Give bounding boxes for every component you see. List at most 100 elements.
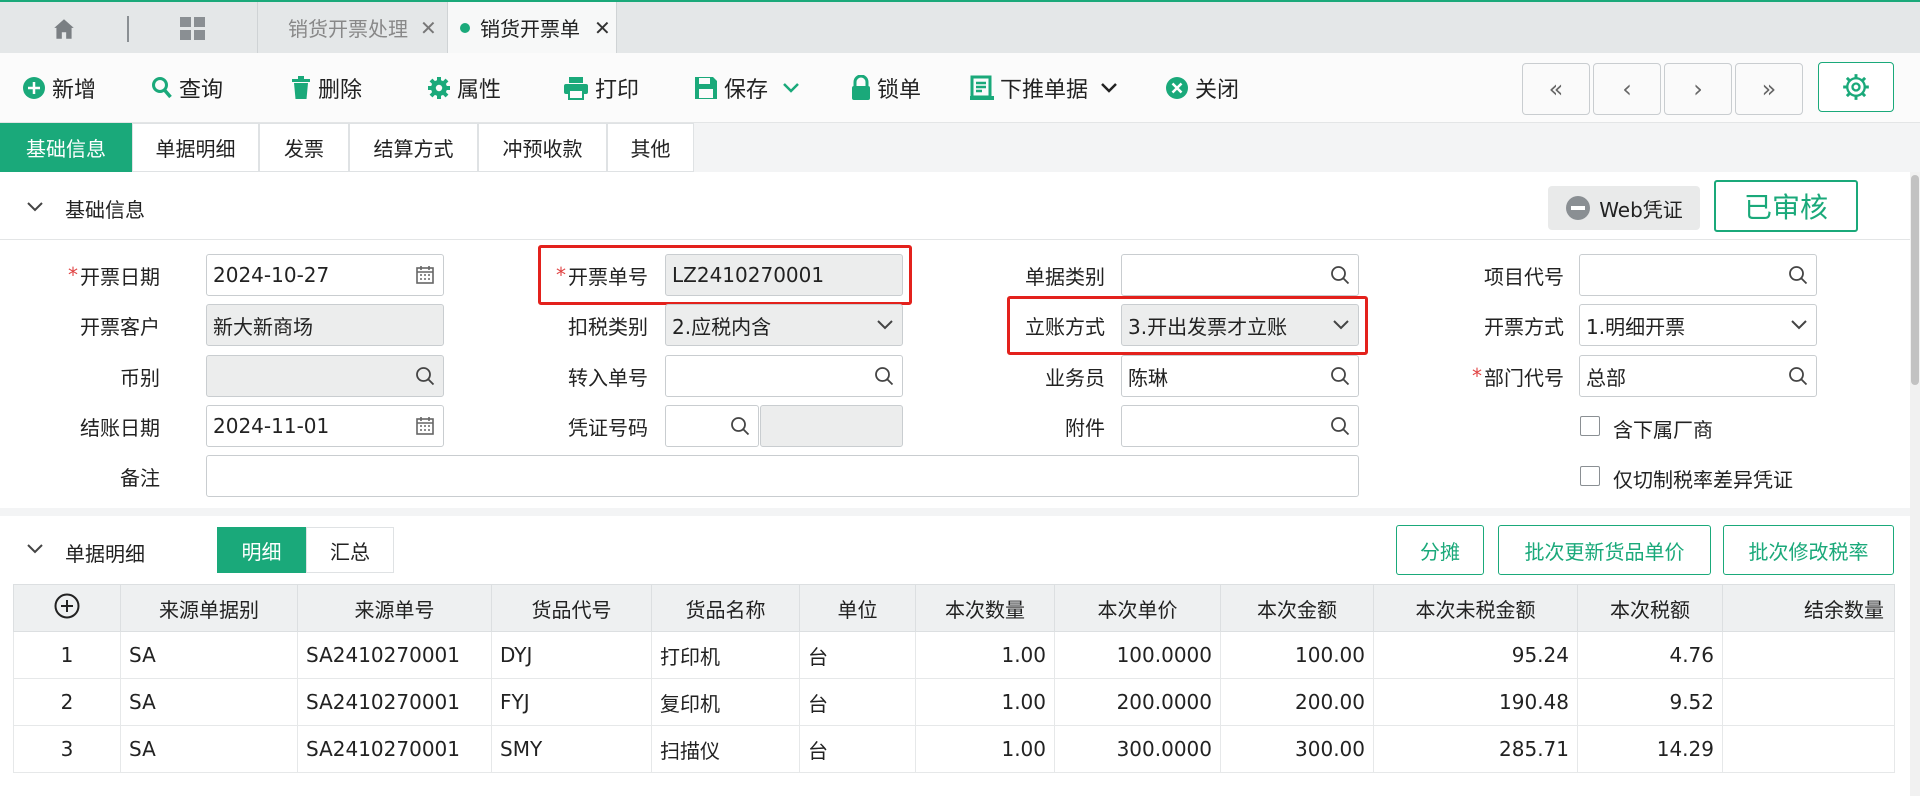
collapse-chevron-icon[interactable]	[22, 194, 48, 220]
salesman-field[interactable]: 陈琳	[1121, 355, 1359, 397]
next-page-button[interactable]: ›	[1664, 63, 1732, 115]
column-header[interactable]: 本次数量	[915, 584, 1055, 632]
table-cell[interactable]: 190.48	[1373, 678, 1578, 726]
column-header[interactable]: 来源单号	[297, 584, 492, 632]
column-header[interactable]: 本次未税金额	[1373, 584, 1578, 632]
table-cell[interactable]: 285.71	[1373, 725, 1578, 773]
table-cell[interactable]: 200.0000	[1054, 678, 1221, 726]
table-cell[interactable]: 1.00	[915, 631, 1055, 679]
table-cell[interactable]: 扫描仪	[651, 725, 800, 773]
column-header[interactable]: 结余数量	[1722, 584, 1895, 632]
table-cell[interactable]: 3	[13, 725, 121, 773]
table-cell[interactable]: 2	[13, 678, 121, 726]
tab-invoice-list[interactable]: 销货开票处理 ✕	[257, 2, 447, 53]
table-cell[interactable]: SA	[120, 725, 298, 773]
allocate-button[interactable]: 分摊	[1396, 525, 1484, 575]
voucher-no-field[interactable]	[665, 405, 759, 447]
push-down-button[interactable]: 下推单据	[970, 53, 1124, 123]
delete-button[interactable]: 删除	[290, 53, 362, 123]
tab-invoice[interactable]: 发票	[259, 123, 349, 172]
table-cell[interactable]: SA2410270001	[297, 631, 492, 679]
tab-settlement[interactable]: 结算方式	[349, 123, 478, 172]
project-code-field[interactable]	[1579, 254, 1817, 296]
column-header[interactable]: 本次金额	[1220, 584, 1374, 632]
include-sub-checkbox[interactable]	[1580, 416, 1600, 436]
table-cell[interactable]: FYJ	[491, 678, 652, 726]
print-button[interactable]: 打印	[563, 53, 639, 123]
tax-diff-checkbox[interactable]	[1580, 466, 1600, 486]
tab-invoice-doc[interactable]: 销货开票单 ✕	[447, 2, 617, 53]
table-cell[interactable]: 300.0000	[1054, 725, 1221, 773]
query-button[interactable]: 查询	[151, 53, 223, 123]
close-icon[interactable]: ✕	[420, 16, 437, 40]
invoice-method-select[interactable]: 1.明细开票	[1579, 304, 1817, 346]
table-cell[interactable]: 14.29	[1577, 725, 1723, 773]
attachment-field[interactable]	[1121, 405, 1359, 447]
tab-basic-info[interactable]: 基础信息	[0, 123, 132, 172]
save-button[interactable]: 保存	[694, 53, 806, 123]
tab-doc-detail[interactable]: 单据明细	[132, 123, 259, 172]
table-cell[interactable]: SMY	[491, 725, 652, 773]
column-header[interactable]: 本次税额	[1577, 584, 1723, 632]
table-row[interactable]: 3 SA SA2410270001 SMY 扫描仪台 1.00 300.0000 300.00…	[13, 725, 1895, 773]
close-date-field[interactable]: 2024-11-01	[206, 405, 444, 447]
transfer-no-field[interactable]	[665, 355, 903, 397]
view-detail-toggle[interactable]: 明细	[217, 527, 306, 573]
table-cell[interactable]: 打印机	[651, 631, 800, 679]
add-row-button[interactable]	[13, 584, 121, 632]
scrollbar-thumb[interactable]	[1911, 175, 1919, 385]
tab-prepayment[interactable]: 冲预收款	[478, 123, 607, 172]
table-cell[interactable]: 9.52	[1577, 678, 1723, 726]
table-cell[interactable]: 台	[799, 631, 916, 679]
properties-button[interactable]: 属性	[427, 53, 501, 123]
batch-modify-tax-button[interactable]: 批次修改税率	[1723, 525, 1894, 575]
column-header[interactable]: 单位	[799, 584, 916, 632]
column-header[interactable]: 货品名称	[651, 584, 800, 632]
web-voucher-button[interactable]: Web凭证	[1548, 186, 1700, 230]
grid-menu-icon[interactable]	[175, 14, 211, 44]
table-cell[interactable]: 台	[799, 725, 916, 773]
table-cell[interactable]: 100.00	[1220, 631, 1374, 679]
table-cell[interactable]	[1722, 725, 1895, 773]
column-header[interactable]: 本次单价	[1054, 584, 1221, 632]
remark-field[interactable]	[206, 455, 1359, 497]
table-cell[interactable]: 台	[799, 678, 916, 726]
table-cell[interactable]: SA2410270001	[297, 678, 492, 726]
table-cell[interactable]: SA	[120, 631, 298, 679]
table-cell[interactable]: 1	[13, 631, 121, 679]
currency-field[interactable]	[206, 355, 444, 397]
column-header[interactable]: 来源单据别	[120, 584, 298, 632]
table-cell[interactable]	[1722, 631, 1895, 679]
table-cell[interactable]: 95.24	[1373, 631, 1578, 679]
table-cell[interactable]: 4.76	[1577, 631, 1723, 679]
table-cell[interactable]: 复印机	[651, 678, 800, 726]
invoice-date-field[interactable]: 2024-10-27	[206, 254, 444, 296]
collapse-chevron-icon[interactable]	[22, 536, 48, 562]
new-button[interactable]: 新增	[22, 53, 96, 123]
close-icon[interactable]: ✕	[594, 16, 611, 40]
table-cell[interactable]: SA	[120, 678, 298, 726]
settings-button[interactable]	[1818, 62, 1894, 112]
tab-other[interactable]: 其他	[607, 123, 694, 172]
table-cell[interactable]: 1.00	[915, 725, 1055, 773]
table-cell[interactable]: 200.00	[1220, 678, 1374, 726]
close-button[interactable]: 关闭	[1165, 53, 1239, 123]
table-cell[interactable]: 1.00	[915, 678, 1055, 726]
table-cell[interactable]: SA2410270001	[297, 725, 492, 773]
table-row[interactable]: 2 SA SA2410270001 FYJ 复印机台 1.00 200.0000 200.00…	[13, 678, 1895, 726]
home-icon[interactable]	[44, 14, 84, 44]
voucher-no-detail-field[interactable]	[760, 405, 903, 447]
dept-code-field[interactable]: 总部	[1579, 355, 1817, 397]
lock-button[interactable]: 锁单	[851, 53, 921, 123]
table-cell[interactable]: 300.00	[1220, 725, 1374, 773]
view-summary-toggle[interactable]: 汇总	[306, 527, 394, 573]
table-cell[interactable]	[1722, 678, 1895, 726]
table-cell[interactable]: 100.0000	[1054, 631, 1221, 679]
last-page-button[interactable]: »	[1735, 63, 1803, 115]
first-page-button[interactable]: «	[1522, 63, 1590, 115]
prev-page-button[interactable]: ‹	[1593, 63, 1661, 115]
column-header[interactable]: 货品代号	[491, 584, 652, 632]
doc-type-field[interactable]	[1121, 254, 1359, 296]
batch-update-price-button[interactable]: 批次更新货品单价	[1498, 525, 1711, 575]
tax-type-select[interactable]: 2.应税内含	[665, 304, 903, 346]
